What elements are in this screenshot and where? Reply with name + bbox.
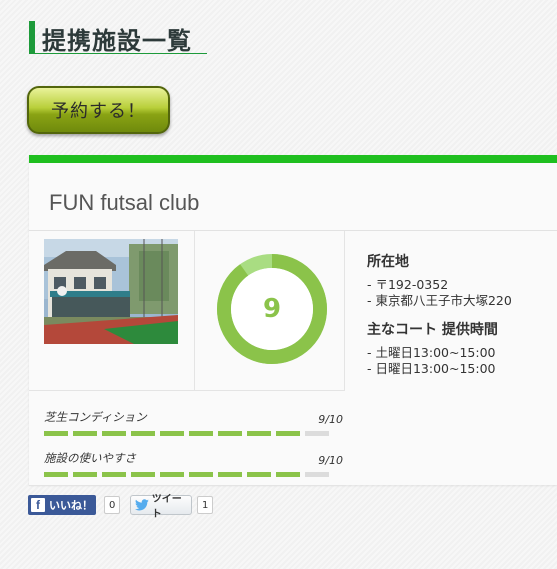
divider <box>194 231 195 391</box>
rating-segment <box>276 472 300 477</box>
facility-photo-image <box>44 239 178 344</box>
page-title-text: 提携施設一覧 <box>42 27 192 55</box>
facility-name: FUN futsal club <box>49 190 200 215</box>
rating-segment <box>131 431 155 436</box>
facility-photo <box>44 239 178 344</box>
page-title: 提携施設一覧 <box>29 21 207 55</box>
facility-card: FUN futsal club 9 所在地 - 〒192-0352 - 東京都八… <box>29 155 557 486</box>
divider <box>344 231 345 391</box>
rating-value: 9/10 <box>318 413 343 426</box>
rating-segment <box>189 472 213 477</box>
rating-segment <box>247 431 271 436</box>
rating-segment <box>305 431 329 436</box>
tweet-count: 1 <box>197 496 214 514</box>
rating-segment <box>102 472 126 477</box>
rating-segment <box>218 431 242 436</box>
divider <box>29 390 345 391</box>
facebook-like-count: 0 <box>104 496 121 514</box>
facebook-like-button[interactable]: f いいね！ <box>28 495 96 515</box>
tweet-button[interactable]: ツイート <box>130 494 192 520</box>
court-hours-saturday: - 土曜日13:00~15:00 <box>367 345 496 360</box>
divider <box>29 230 557 231</box>
rating-value: 9/10 <box>318 454 343 467</box>
facebook-icon: f <box>31 498 45 512</box>
reserve-button[interactable]: 予約する！ <box>27 86 170 134</box>
location-heading: 所在地 <box>367 254 409 270</box>
rating-segment <box>44 431 68 436</box>
rating-segment <box>276 431 300 436</box>
facebook-like-label: いいね！ <box>49 499 93 512</box>
score-value: 9 <box>262 294 282 324</box>
rating-label: 施設の使いやすさ <box>44 451 136 465</box>
location-postal: - 〒192-0352 <box>367 277 449 292</box>
rating-bar <box>44 472 329 477</box>
rating-segment <box>160 472 184 477</box>
rating-label: 芝生コンディション <box>44 410 147 424</box>
court-hours-heading: 主なコート 提供時間 <box>367 322 498 338</box>
rating-segment <box>160 431 184 436</box>
rating-segment <box>73 431 97 436</box>
rating-segment <box>73 472 97 477</box>
location-address: - 東京都八王子市大塚220 <box>367 293 512 308</box>
rating-segment <box>44 472 68 477</box>
rating-segment <box>305 472 329 477</box>
score-gauge: 9 <box>216 253 328 365</box>
divider <box>29 485 345 486</box>
rating-segment <box>102 431 126 436</box>
court-hours-sunday: - 日曜日13:00~15:00 <box>367 361 496 376</box>
rating-segment <box>189 431 213 436</box>
tweet-label: ツイート <box>151 494 182 520</box>
rating-segment <box>131 472 155 477</box>
rating-bar <box>44 431 329 436</box>
reserve-button-label: 予約する！ <box>51 101 146 122</box>
rating-segment <box>218 472 242 477</box>
facility-info: 所在地 - 〒192-0352 - 東京都八王子市大塚220 主なコート 提供時… <box>367 251 557 377</box>
twitter-icon <box>135 499 149 511</box>
rating-segment <box>247 472 271 477</box>
